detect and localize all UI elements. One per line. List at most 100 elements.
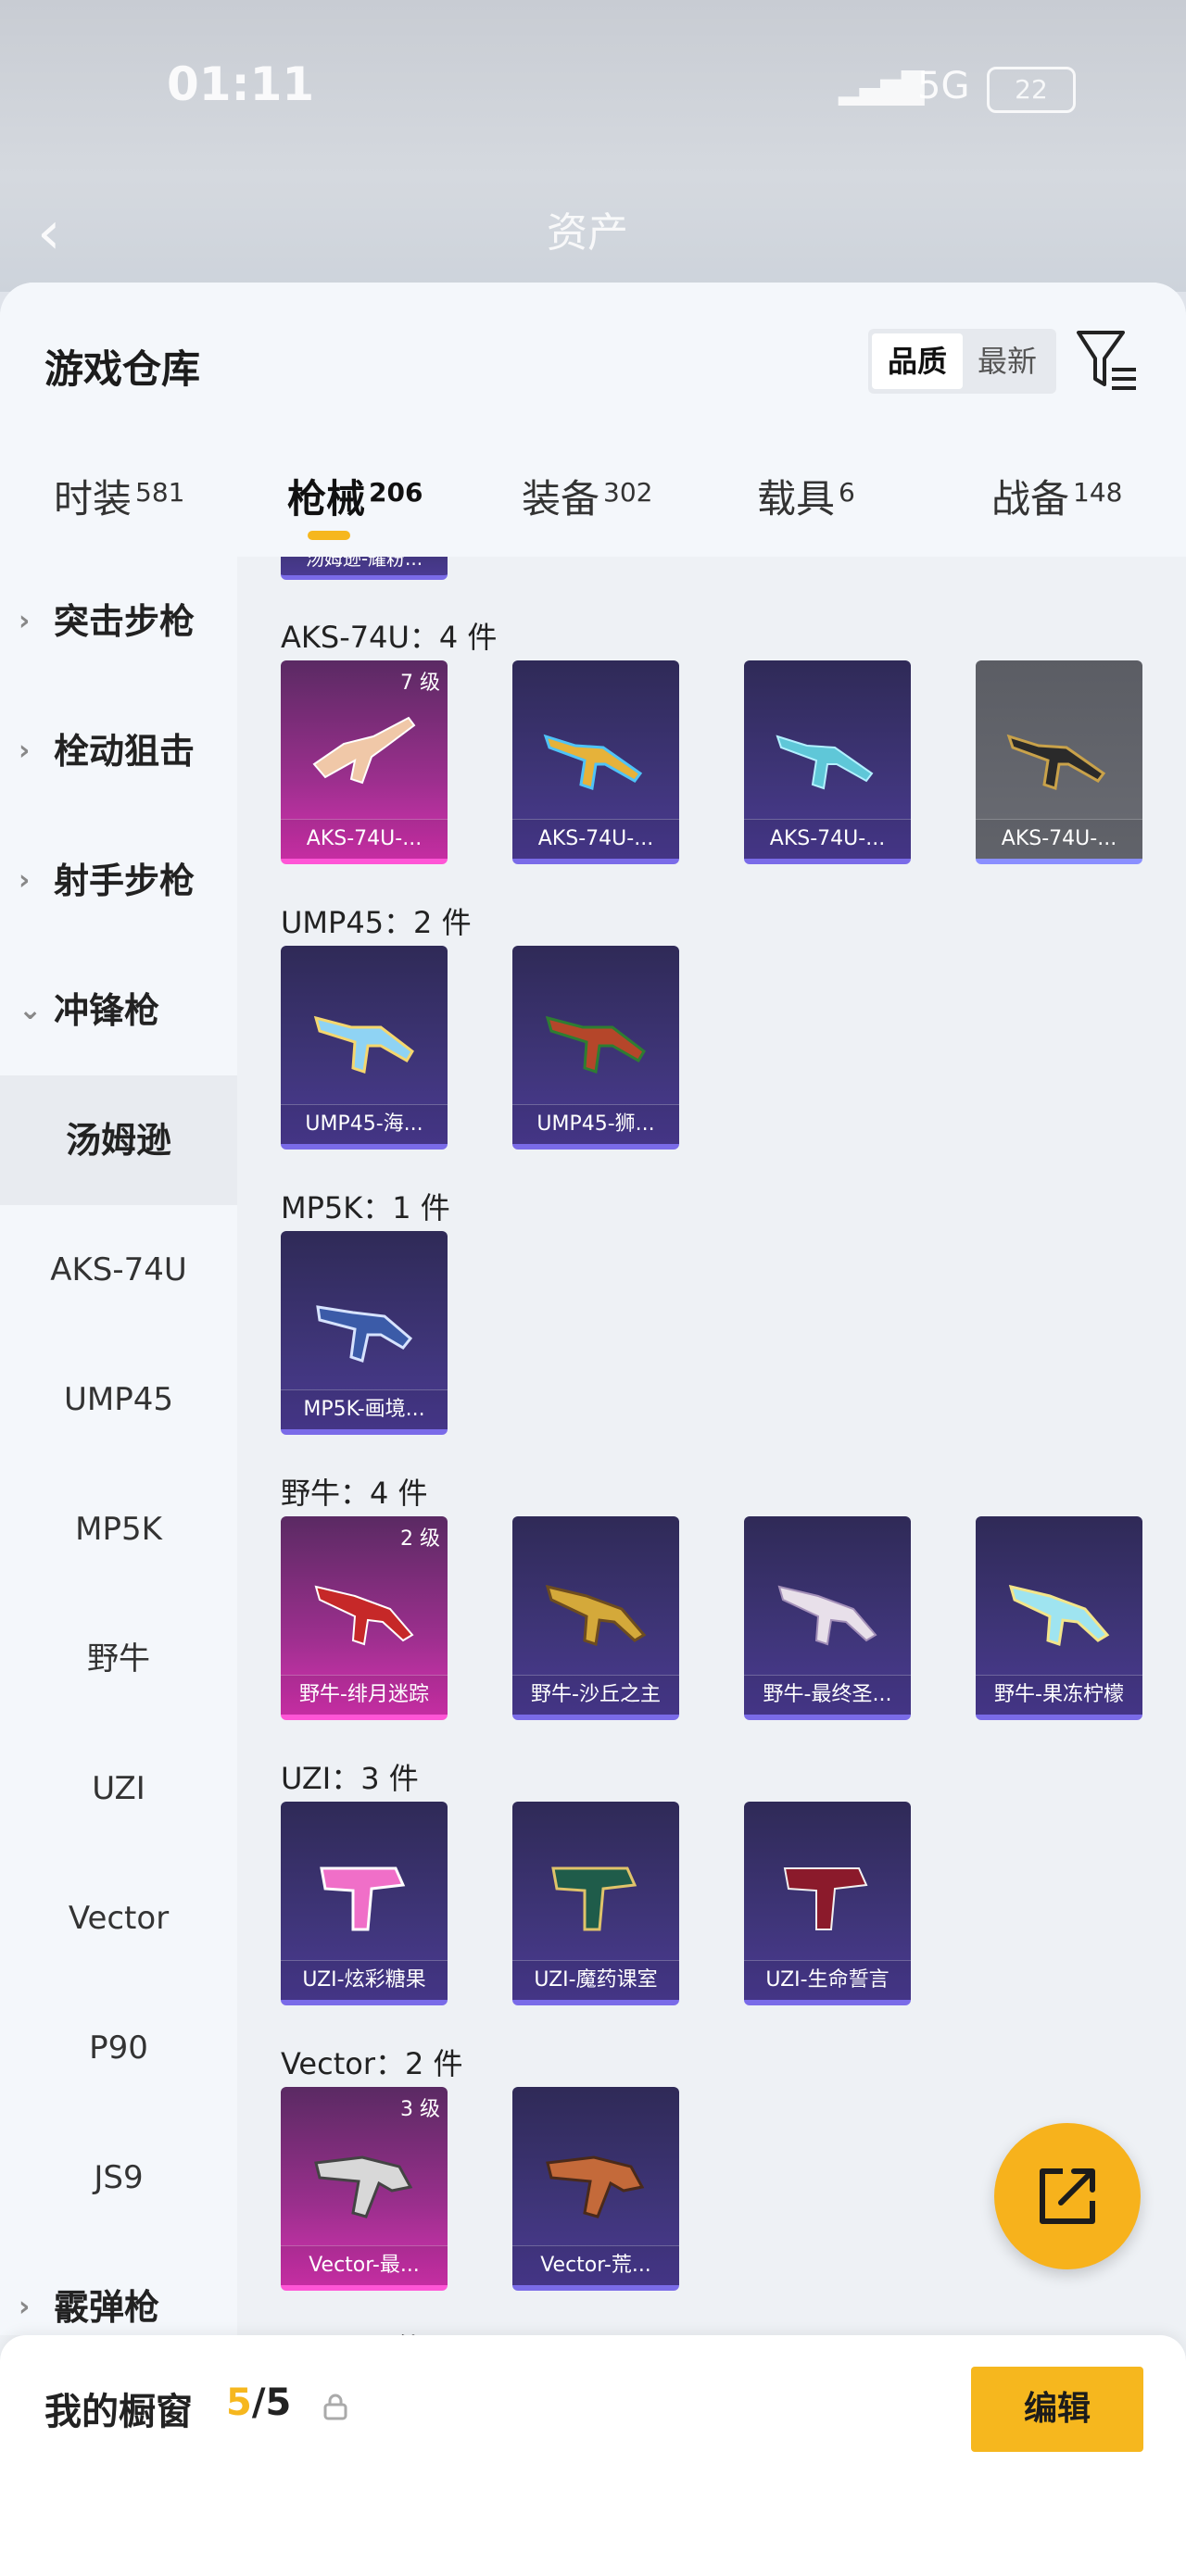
card-label: UZI-魔药课室 (512, 1960, 679, 2000)
sidebar-item-ump45[interactable]: UMP45 (0, 1335, 237, 1464)
gun-icon (312, 716, 416, 785)
clipped-card[interactable]: 汤姆逊-耀粉... (281, 557, 448, 580)
card-label: Vector-荒... (512, 2245, 679, 2285)
card-label: UZI-炫彩糖果 (281, 1960, 448, 2000)
group-title: AKS-74U：4 件 (281, 620, 498, 655)
gun-icon (543, 734, 643, 790)
sidebar-item-p90[interactable]: P90 (0, 1983, 237, 2113)
gun-icon (314, 1585, 414, 1646)
chevron-right-icon: › (19, 605, 31, 637)
level-badge: 2 级 (400, 1527, 440, 1551)
gun-icon (314, 2155, 413, 2218)
sidebar-cat-marksman[interactable]: › 射手步枪 (0, 816, 237, 946)
chevron-down-icon: ⌄ (19, 994, 43, 1026)
card-label: 野牛-最终圣... (744, 1675, 911, 1715)
edit-button[interactable]: 编辑 (971, 2367, 1143, 2452)
weapon-card[interactable]: 野牛-沙丘之主 (512, 1516, 679, 1720)
card-label: 野牛-沙丘之主 (512, 1675, 679, 1715)
sort-quality-button[interactable]: 品质 (872, 333, 963, 389)
sidebar-item-mp5k[interactable]: MP5K (0, 1464, 237, 1594)
group-title: Vector：2 件 (281, 2046, 463, 2081)
chevron-right-icon: › (19, 735, 31, 767)
card-label: AKS-74U-... (512, 819, 679, 859)
sort-toggle: 品质 最新 (868, 329, 1056, 394)
sidebar-item-uzi[interactable]: UZI (0, 1724, 237, 1853)
sidebar-item-bizon[interactable]: 野牛 (0, 1594, 237, 1724)
sidebar-cat-assault[interactable]: › 突击步枪 (0, 557, 237, 686)
group-title: UMP45：2 件 (281, 905, 472, 940)
showcase-count: 5/5 (226, 2381, 292, 2424)
lock-icon (323, 2394, 347, 2420)
gun-icon (545, 1584, 647, 1646)
category-sidebar: › 突击步枪 › 栓动狙击 › 射手步枪 ⌄ 冲锋枪 汤姆逊 AKS-74U UMP45… (0, 557, 237, 2335)
network-indicator: 5G (917, 65, 970, 107)
share-button[interactable] (994, 2123, 1141, 2269)
chevron-right-icon: › (19, 864, 31, 897)
tab-tactical[interactable]: 战备 148 (991, 468, 1122, 524)
weapon-card[interactable]: AKS-74U-... (976, 660, 1142, 864)
sheet-title: 游戏仓库 (44, 346, 201, 392)
card-label: UZI-生命誓言 (744, 1960, 911, 2000)
tab-fashion[interactable]: 时装 581 (54, 468, 184, 524)
card-label: AKS-74U-... (744, 819, 911, 859)
weapon-card[interactable]: AKS-74U-... (744, 660, 911, 864)
battery-icon: 22 (987, 67, 1076, 113)
weapon-card[interactable]: 野牛-果冻柠檬 (976, 1516, 1142, 1720)
gun-icon (776, 735, 874, 790)
weapon-card[interactable]: UZI-生命誓言 (744, 1802, 911, 2005)
signal-icon: ▂▄▆█ (839, 70, 924, 106)
asset-tab-label: 资产 (547, 209, 628, 257)
tab-guns[interactable]: 枪械 206 (287, 468, 423, 524)
level-badge: 3 级 (400, 2098, 440, 2121)
card-label: UMP45-海... (281, 1104, 448, 1144)
gun-icon (777, 1585, 877, 1646)
weapon-card[interactable]: UMP45-海... (281, 946, 448, 1150)
gun-icon (546, 2155, 645, 2218)
weapon-card[interactable]: Vector-荒... (512, 2087, 679, 2291)
sheet-header: 游戏仓库 品质 最新 时装 581 枪械 206 装备 302 载具 6 战备 148 (0, 283, 1186, 557)
gun-icon (316, 1305, 413, 1363)
card-label: Vector-最... (281, 2245, 448, 2285)
card-label: 野牛-绯月迷踪 (281, 1675, 448, 1715)
card-label: MP5K-画境... (281, 1389, 448, 1429)
gun-icon (551, 1866, 637, 1931)
showcase-bar: 我的橱窗 5/5 编辑 (0, 2335, 1186, 2576)
weapon-card[interactable]: UZI-炫彩糖果 (281, 1802, 448, 2005)
weapon-card[interactable]: MP5K-画境... (281, 1231, 448, 1435)
sidebar-item-thompson[interactable]: 汤姆逊 (0, 1075, 237, 1205)
filter-icon[interactable] (1075, 327, 1140, 396)
gun-icon (545, 1015, 646, 1074)
group-title: MP5K：1 件 (281, 1190, 450, 1225)
gun-icon (320, 1866, 406, 1931)
gun-icon (783, 1867, 868, 1930)
weapon-card[interactable]: AKS-74U-... (512, 660, 679, 864)
gun-icon (1008, 1584, 1110, 1646)
weapon-grid: 汤姆逊-耀粉... AKS-74U：4 件 7 级 AKS-74U-... AK… (237, 557, 1186, 2335)
gun-icon (313, 1015, 414, 1074)
sidebar-cat-bolt[interactable]: › 栓动狙击 (0, 686, 237, 816)
weapon-card[interactable]: 7 级 AKS-74U-... (281, 660, 448, 864)
status-time: 01:11 (167, 57, 315, 111)
weapon-card[interactable]: UZI-魔药课室 (512, 1802, 679, 2005)
external-link-icon (1040, 2168, 1095, 2224)
card-label: UMP45-狮... (512, 1104, 679, 1144)
back-icon[interactable]: ‹ (37, 199, 61, 268)
sidebar-item-js9[interactable]: JS9 (0, 2113, 237, 2243)
group-title-partial: P90：3 件 (281, 2326, 424, 2335)
gun-icon (1006, 734, 1106, 790)
tab-vehicles[interactable]: 载具 6 (757, 468, 855, 524)
active-tab-indicator (308, 531, 350, 540)
sidebar-item-aks74u[interactable]: AKS-74U (0, 1205, 237, 1335)
showcase-title: 我的橱窗 (44, 2391, 193, 2433)
level-badge: 7 级 (400, 672, 440, 695)
tab-equipment[interactable]: 装备 302 (522, 468, 652, 524)
sidebar-item-vector[interactable]: Vector (0, 1853, 237, 1983)
weapon-card[interactable]: 3 级 Vector-最... (281, 2087, 448, 2291)
sidebar-cat-smg[interactable]: ⌄ 冲锋枪 (0, 946, 237, 1075)
weapon-card[interactable]: UMP45-狮... (512, 946, 679, 1150)
weapon-card[interactable]: 野牛-最终圣... (744, 1516, 911, 1720)
card-label: AKS-74U-... (976, 819, 1142, 859)
card-label: 野牛-果冻柠檬 (976, 1675, 1142, 1715)
weapon-card[interactable]: 2 级 野牛-绯月迷踪 (281, 1516, 448, 1720)
sort-latest-button[interactable]: 最新 (962, 333, 1053, 389)
